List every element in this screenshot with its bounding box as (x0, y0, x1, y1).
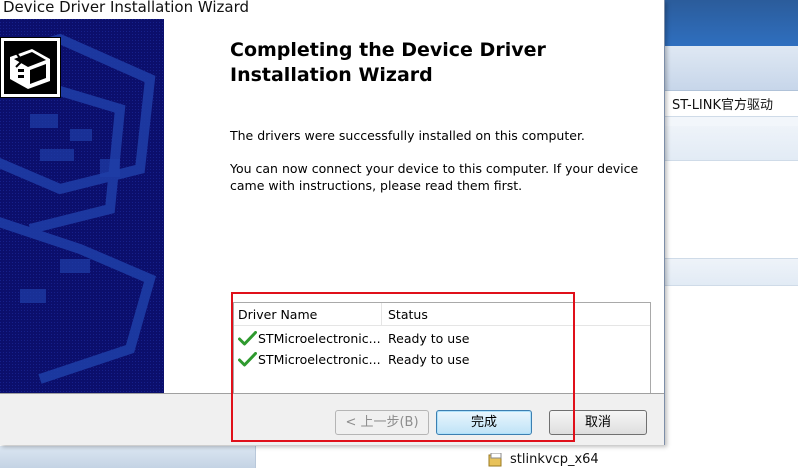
wizard-sidebar-banner (0, 19, 164, 393)
background-file-name[interactable]: stlinkvcp_x64 (510, 452, 599, 467)
red-highlight-box (231, 292, 575, 442)
background-toolbar (665, 46, 798, 91)
wizard-titlebar[interactable]: Device Driver Installation Wizard (0, 0, 664, 19)
background-window-title: ST-LINK官方驱动 (672, 98, 774, 113)
success-message: The drivers were successfully installed … (230, 128, 585, 143)
background-band (665, 126, 798, 161)
wizard-heading: Completing the Device Driver Installatio… (230, 39, 546, 86)
background-titlebar (665, 0, 798, 46)
instructions-message: You can now connect your device to this … (230, 161, 639, 193)
driver-box-icon (0, 37, 61, 98)
background-band (665, 258, 798, 286)
file-icon (488, 453, 502, 467)
wizard-title: Device Driver Installation Wizard (3, 0, 249, 16)
